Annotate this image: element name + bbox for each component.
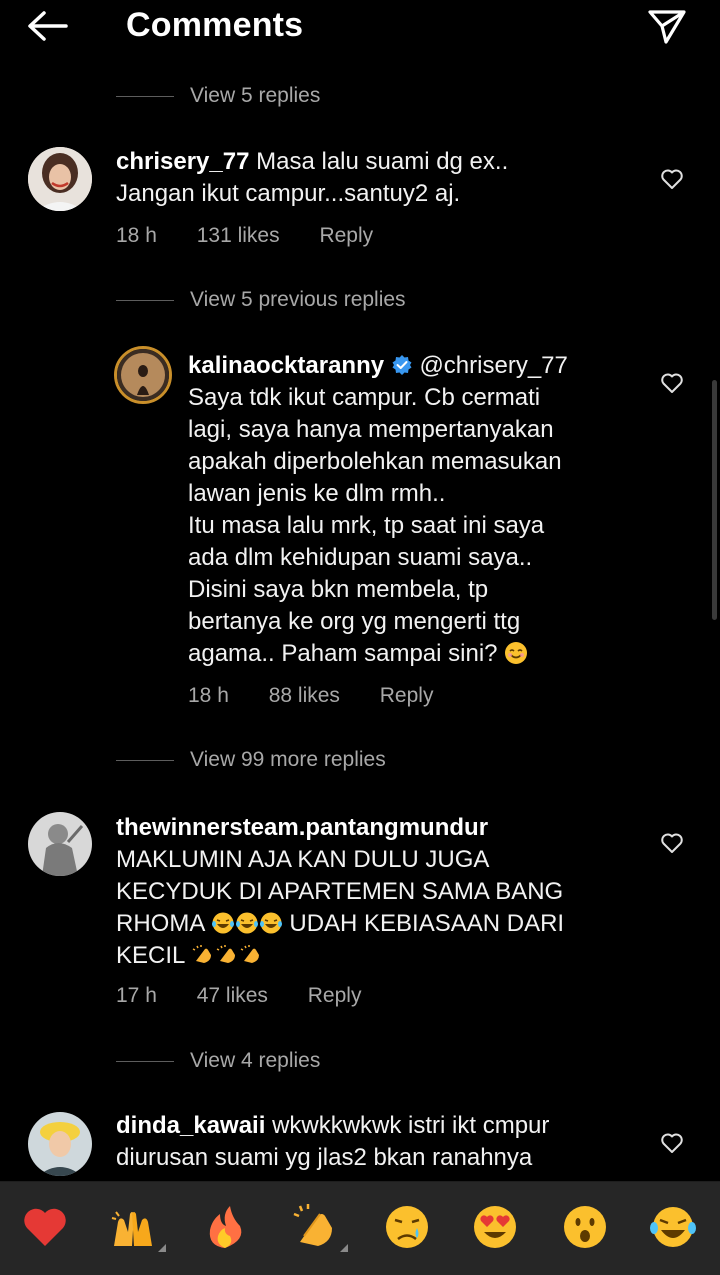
comment-body: wkwkkwkwk istri ikt cmpur [272, 1112, 550, 1139]
view-replies-link[interactable]: View 4 replies [116, 1046, 320, 1076]
comment-body-line: Jangan ikut campur...santuy2 aj. [116, 180, 461, 207]
comment-meta: 18 h 131 likes Reply [116, 224, 407, 248]
view-replies-label: View 5 replies [190, 84, 321, 107]
comment-body-line: MAKLUMIN AJA KAN DULU JUGA [116, 846, 490, 873]
reply-line: Saya tdk ikut campur. Cb cermati [188, 384, 541, 411]
avatar[interactable] [28, 812, 92, 876]
skin-tone-indicator-icon [158, 1244, 166, 1252]
reply-button[interactable]: Reply [319, 224, 373, 247]
reply-username[interactable]: kalinaocktaranny [188, 352, 384, 379]
tears-of-joy-emoji [235, 911, 259, 935]
clapping-hands-emoji [239, 943, 263, 967]
comment-body-line: RHOMA [116, 910, 205, 937]
reply-text: kalinaocktaranny @chrisery_77 Saya tdk i… [188, 350, 648, 670]
comment-text: thewinnersteam.pantangmundur MAKLUMIN AJ… [116, 812, 646, 972]
red-heart-icon[interactable] [20, 1202, 70, 1252]
comment-body-line: diurusan suami yg jlas2 bkan ranahnya [116, 1144, 533, 1171]
comment-username[interactable]: dinda_kawaii [116, 1112, 265, 1139]
avatar[interactable] [28, 147, 92, 211]
view-more-replies-label: View 99 more replies [190, 748, 386, 771]
clapping-hands-icon[interactable] [290, 1202, 340, 1252]
comment-likes[interactable]: 47 likes [197, 984, 268, 1007]
like-heart-icon[interactable] [660, 832, 684, 854]
comment-body-line: KECIL [116, 942, 185, 969]
reply-button[interactable]: Reply [308, 984, 362, 1007]
view-previous-replies-label: View 5 previous replies [190, 288, 406, 311]
reply-likes[interactable]: 88 likes [269, 684, 340, 707]
comment-time: 18 h [116, 224, 157, 247]
raising-hands-icon[interactable] [108, 1202, 158, 1252]
comment-text: chrisery_77 Masa lalu suami dg ex.. Jang… [116, 146, 636, 210]
reply-meta: 18 h 88 likes Reply [188, 684, 467, 708]
comment-likes[interactable]: 131 likes [197, 224, 280, 247]
surprised-face-icon[interactable] [560, 1202, 610, 1252]
tears-of-joy-face-icon[interactable] [648, 1202, 698, 1252]
divider-line [116, 299, 174, 301]
comment-body-line: KECYDUK DI APARTEMEN SAMA BANG [116, 878, 564, 905]
comment-body: Masa lalu suami dg ex.. [256, 148, 509, 175]
direct-send-icon[interactable] [644, 6, 688, 46]
emoji-quick-reaction-bar [0, 1181, 720, 1275]
smiling-face-emoji [504, 641, 528, 665]
comment-meta: 17 h 47 likes Reply [116, 984, 395, 1008]
comment-text: dinda_kawaii wkwkkwkwk istri ikt cmpur d… [116, 1110, 656, 1174]
avatar[interactable] [114, 346, 172, 404]
view-more-replies-link[interactable]: View 99 more replies [116, 745, 386, 775]
reply-line: lagi, saya hanya mempertanyakan [188, 416, 554, 443]
scrollbar[interactable] [712, 380, 717, 620]
divider-line [116, 759, 174, 761]
divider-line [116, 1060, 174, 1062]
page-title: Comments [126, 6, 304, 44]
reply-line: lawan jenis ke dlm rmh.. [188, 480, 446, 507]
comment-body-line: UDAH KEBIASAAN DARI [289, 910, 565, 937]
mention-link[interactable]: @chrisery_77 [419, 352, 567, 379]
back-arrow-icon[interactable] [24, 6, 72, 46]
view-previous-replies-link[interactable]: View 5 previous replies [116, 285, 406, 315]
clapping-hands-emoji [215, 943, 239, 967]
reply-line: apakah diperbolehkan memasukan [188, 448, 562, 475]
reply-line: Disini saya bkn membela, tp [188, 576, 489, 603]
reply-button[interactable]: Reply [380, 684, 434, 707]
crying-face-icon[interactable] [382, 1202, 432, 1252]
tears-of-joy-emoji [259, 911, 283, 935]
reply-time: 18 h [188, 684, 229, 707]
reply-line: bertanya ke org yg mengerti ttg [188, 608, 521, 635]
reply-line: agama.. Paham sampai sini? [188, 640, 498, 667]
comment-username[interactable]: thewinnersteam.pantangmundur [116, 814, 488, 841]
like-heart-icon[interactable] [660, 372, 684, 394]
divider-line [116, 95, 174, 97]
avatar[interactable] [28, 1112, 92, 1176]
heart-eyes-face-icon[interactable] [470, 1202, 520, 1252]
view-replies-label: View 4 replies [190, 1049, 321, 1072]
tears-of-joy-emoji [211, 911, 235, 935]
reply-line: ada dlm kehidupan suami saya.. [188, 544, 533, 571]
comments-header: Comments [0, 0, 720, 56]
verified-badge-icon [391, 353, 413, 375]
comment-time: 17 h [116, 984, 157, 1007]
like-heart-icon[interactable] [660, 168, 684, 190]
clapping-hands-emoji [191, 943, 215, 967]
view-replies-link[interactable]: View 5 replies [116, 81, 320, 111]
skin-tone-indicator-icon [340, 1244, 348, 1252]
comment-username[interactable]: chrisery_77 [116, 148, 249, 175]
reply-line: Itu masa lalu mrk, tp saat ini saya [188, 512, 545, 539]
like-heart-icon[interactable] [660, 1132, 684, 1154]
fire-icon[interactable] [200, 1202, 250, 1252]
